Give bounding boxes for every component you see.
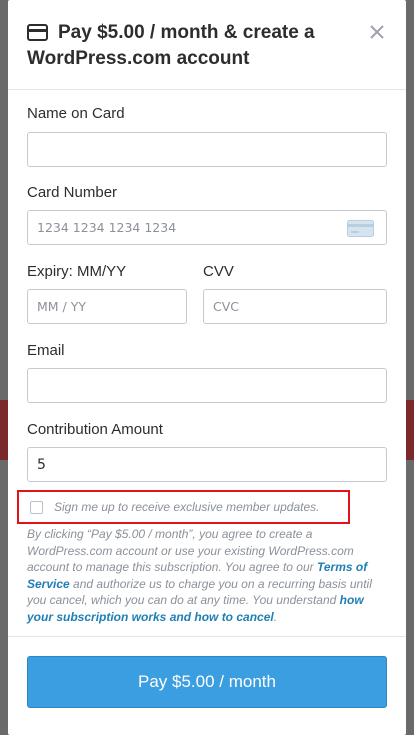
- card-number-label: Card Number: [27, 184, 118, 201]
- pay-button[interactable]: Pay $5.00 / month: [27, 656, 387, 708]
- terms-text: By clicking “Pay $5.00 / month”, you agr…: [27, 526, 389, 625]
- email-label: Email: [27, 342, 65, 359]
- name-on-card-input[interactable]: [27, 132, 387, 167]
- card-number-placeholder: 1234 1234 1234 1234: [37, 220, 177, 235]
- expiry-label: Expiry: MM/YY: [27, 263, 127, 280]
- terms-text-part3: .: [273, 609, 278, 624]
- card-number-input[interactable]: 1234 1234 1234 1234: [27, 210, 387, 245]
- terms-text-part1: By clicking “Pay $5.00 / month”, you agr…: [27, 527, 354, 574]
- modal-title: Pay $5.00 / month & create a WordPress.c…: [27, 22, 315, 69]
- footer-divider: [8, 636, 406, 637]
- member-updates-label: Sign me up to receive exclusive member u…: [54, 500, 320, 514]
- email-input[interactable]: [27, 368, 387, 403]
- cvv-input[interactable]: CVC: [203, 289, 387, 324]
- name-on-card-label: Name on Card: [27, 105, 125, 122]
- terms-text-part2: and authorize us to charge you on a recu…: [27, 576, 372, 608]
- contribution-amount-label: Contribution Amount: [27, 421, 163, 438]
- expiry-input[interactable]: MM / YY: [27, 289, 187, 324]
- pay-button-label: Pay $5.00 / month: [138, 672, 276, 691]
- expiry-placeholder: MM / YY: [37, 299, 86, 314]
- payment-modal: Pay $5.00 / month & create a WordPress.c…: [8, 0, 406, 735]
- modal-header: Pay $5.00 / month & create a WordPress.c…: [8, 0, 406, 90]
- credit-card-icon: [27, 24, 48, 41]
- cvv-label: CVV: [203, 263, 234, 280]
- member-updates-checkbox[interactable]: [30, 500, 43, 514]
- credit-card-icon: [347, 220, 374, 237]
- cvv-placeholder: CVC: [213, 299, 240, 314]
- member-updates-option[interactable]: Sign me up to receive exclusive member u…: [17, 490, 350, 524]
- close-icon[interactable]: [368, 23, 386, 41]
- contribution-amount-input[interactable]: 5: [27, 447, 387, 482]
